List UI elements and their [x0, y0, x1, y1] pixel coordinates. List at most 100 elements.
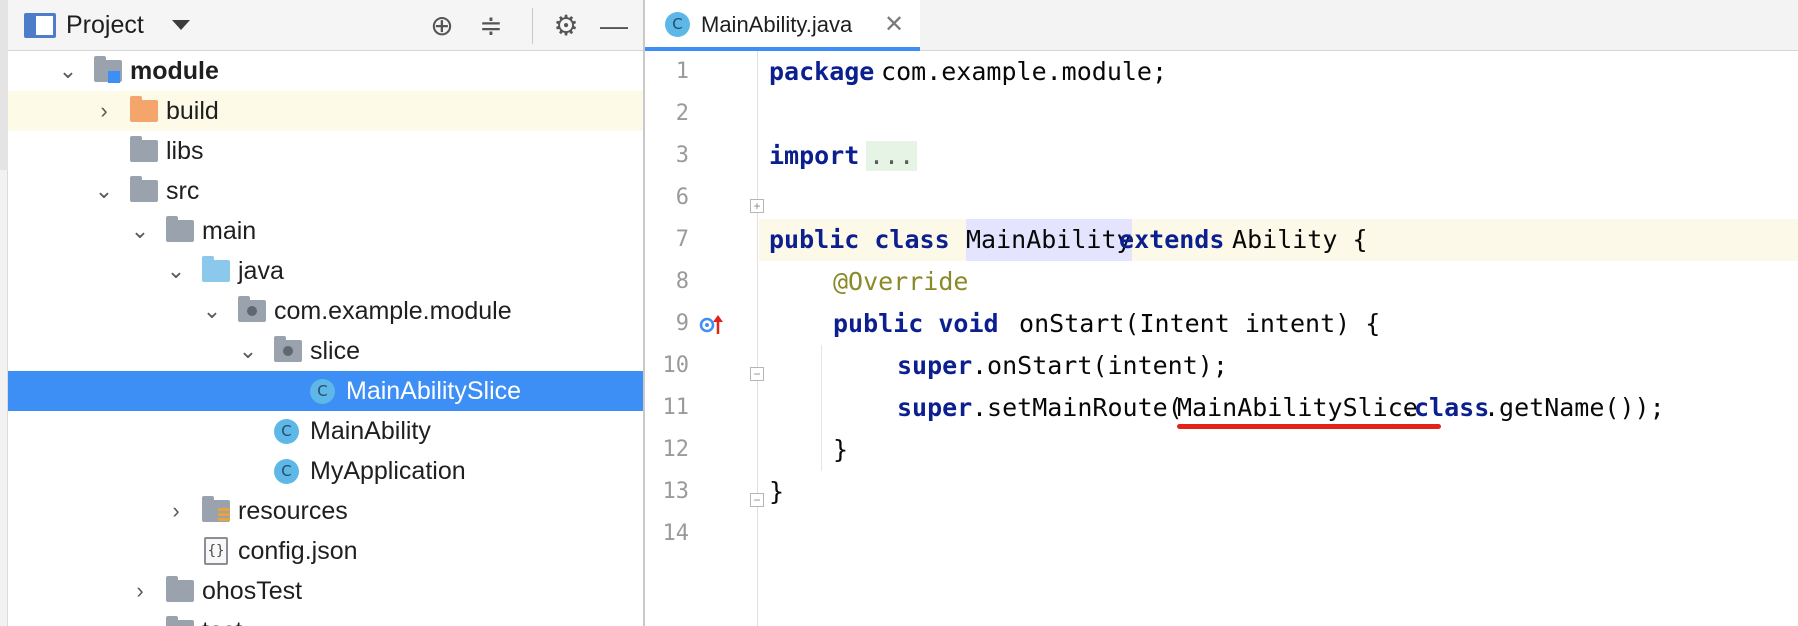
class-icon: C [665, 12, 690, 37]
tree-item-libs[interactable]: libs [8, 131, 643, 171]
folder-icon [130, 176, 158, 202]
line-number: 12 [662, 437, 690, 462]
tree-item-label: resources [238, 497, 348, 525]
tree-item-config-json[interactable]: {} config.json [8, 531, 643, 571]
tree-item-myapplication[interactable]: C MyApplication [8, 451, 643, 491]
minimize-icon[interactable]: — [596, 8, 632, 44]
tree-item-mainabilityslice[interactable]: C MainAbilitySlice [8, 371, 643, 411]
keyword-token: class [1414, 393, 1490, 422]
chevron-down-icon[interactable]: ⌄ [200, 291, 224, 331]
code-token: Ability { [1217, 225, 1368, 254]
code-token: } [833, 435, 849, 464]
code-token: .setMainRoute( [972, 393, 1183, 422]
json-file-icon: {} [204, 537, 228, 565]
project-toolbar: Project ⊕ ≑ ⚙ — [8, 0, 643, 51]
code-line: } [759, 471, 1798, 513]
code-token: com.example.module; [866, 57, 1168, 86]
tree-item-label: ohosTest [202, 577, 303, 605]
code-line: public void onStart(Intent intent) { [759, 303, 1798, 345]
keyword-token: super [897, 351, 973, 380]
tree-item-label: MainAbility [310, 417, 431, 445]
class-icon: C [274, 459, 299, 484]
line-number: 1 [675, 59, 689, 84]
tree-item-label: src [166, 177, 200, 205]
tab-mainability-java[interactable]: C MainAbility.java ✕ [645, 0, 920, 51]
line-number: 11 [662, 395, 690, 420]
code-token: .getName()); [1484, 393, 1665, 422]
tree-item-label: libs [166, 137, 204, 165]
keyword-token: import [769, 141, 860, 170]
folder-icon [130, 136, 158, 162]
keyword-token: package [769, 57, 875, 86]
code-line: super .setMainRoute(MainAbilitySlice. clas… [759, 387, 1798, 429]
tree-item-label: config.json [238, 537, 358, 565]
tree-item-label: build [166, 97, 219, 125]
chevron-down-icon[interactable]: ⌄ [164, 251, 188, 291]
chevron-down-icon[interactable]: ⌄ [56, 51, 80, 91]
module-folder-icon [94, 56, 122, 83]
code-line: super .onStart(intent); [759, 345, 1798, 387]
toolbar-divider [532, 8, 533, 44]
tree-item-label: com.example.module [274, 297, 512, 325]
tree-item-src[interactable]: ⌄ src [8, 171, 643, 211]
folder-icon [166, 616, 194, 626]
chevron-right-icon[interactable]: › [128, 611, 152, 626]
project-panel: Project ⊕ ≑ ⚙ — ⌄ module › build libs ⌄ … [8, 0, 645, 626]
code-line: @Override [759, 261, 1798, 303]
package-icon [274, 336, 302, 362]
line-number: 2 [675, 101, 689, 126]
chevron-down-icon[interactable]: ⌄ [236, 331, 260, 371]
chevron-down-icon[interactable]: ⌄ [128, 211, 152, 251]
tree-item-resources[interactable]: › resources [8, 491, 643, 531]
code-editor: C MainAbility.java ✕ 1 2 3 6 7 8 9 10 11… [645, 0, 1798, 626]
line-number: 14 [662, 521, 690, 546]
chevron-down-icon[interactable]: ⌄ [92, 171, 116, 211]
chevron-down-icon[interactable] [172, 20, 190, 30]
line-number: 6 [675, 185, 689, 210]
tree-item-module[interactable]: ⌄ module [8, 51, 643, 91]
tree-item-label: slice [310, 337, 361, 365]
code-line: import... [759, 135, 1798, 177]
error-token: MainAbilitySlice [1177, 393, 1418, 422]
folder-icon [166, 576, 194, 602]
tree-item-test[interactable]: › test [8, 611, 643, 626]
locate-icon[interactable]: ⊕ [424, 8, 460, 44]
class-icon: C [310, 379, 335, 404]
line-number-gutter: 1 2 3 6 7 8 9 10 11 12 13 14 + − − [645, 51, 764, 626]
tree-item-ohostest[interactable]: › ohosTest [8, 571, 643, 611]
close-icon[interactable]: ✕ [881, 10, 907, 40]
chevron-right-icon[interactable]: › [92, 91, 116, 131]
line-number: 13 [662, 479, 690, 504]
override-method-icon[interactable] [699, 314, 725, 336]
line-number: 8 [675, 269, 689, 294]
code-line-current: public class MainAbility extends Ability… [759, 219, 1798, 261]
chevron-right-icon[interactable]: › [164, 491, 188, 531]
project-window-icon [24, 13, 56, 38]
line-number: 10 [662, 353, 690, 378]
tree-item-build[interactable]: › build [8, 91, 643, 131]
collapse-all-icon[interactable]: ≑ [473, 8, 509, 44]
tree-item-java[interactable]: ⌄ java [8, 251, 643, 291]
keyword-token: public void [833, 309, 999, 338]
project-title[interactable]: Project [66, 10, 144, 40]
tree-item-label: MainAbilitySlice [346, 377, 522, 405]
tree-item-mainability[interactable]: C MainAbility [8, 411, 643, 451]
code-token: .onStart(intent); [972, 351, 1228, 380]
tree-item-main[interactable]: ⌄ main [8, 211, 643, 251]
keyword-token: extends [1104, 225, 1225, 254]
code-area[interactable]: package com.example.module; import... pu… [759, 51, 1798, 626]
gear-icon[interactable]: ⚙ [548, 8, 584, 44]
folder-icon [166, 216, 194, 242]
tree-item-label: main [202, 217, 257, 245]
strip-marker [0, 0, 8, 170]
folded-imports[interactable]: ... [866, 141, 918, 171]
class-icon: C [274, 419, 299, 444]
keyword-token: public class [769, 225, 965, 254]
editor-tab-bar: C MainAbility.java ✕ [645, 0, 1798, 51]
folder-blue-icon [202, 256, 230, 282]
tree-item-package[interactable]: ⌄ com.example.module [8, 291, 643, 331]
code-line: package com.example.module; [759, 51, 1798, 93]
resources-folder-icon [202, 496, 230, 522]
tree-item-slice[interactable]: ⌄ slice [8, 331, 643, 371]
chevron-right-icon[interactable]: › [128, 571, 152, 611]
